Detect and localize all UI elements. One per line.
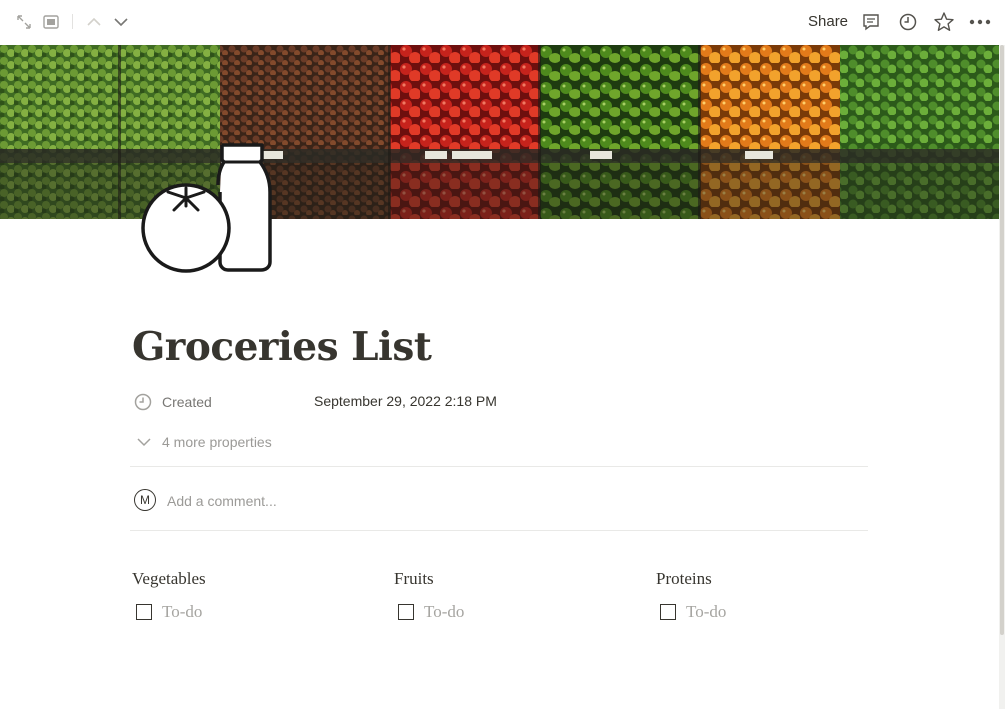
todo-checkbox[interactable] <box>398 604 414 620</box>
top-bar: Share <box>0 0 1005 45</box>
column-heading[interactable]: Proteins <box>656 566 896 592</box>
divider <box>130 530 868 531</box>
clock-icon <box>133 392 153 412</box>
todo-checkbox[interactable] <box>660 604 676 620</box>
column-heading[interactable]: Fruits <box>394 566 634 592</box>
scrollbar-thumb[interactable] <box>1000 45 1004 635</box>
todo-checkbox[interactable] <box>136 604 152 620</box>
more-properties-label: 4 more properties <box>162 434 272 450</box>
column-fruits: Fruits To-do <box>394 566 634 625</box>
column-vegetables: Vegetables To-do <box>132 566 372 625</box>
property-name: Created <box>162 394 212 410</box>
todo-item[interactable]: To-do <box>656 601 896 625</box>
todo-placeholder[interactable]: To-do <box>162 601 202 623</box>
more-icon[interactable] <box>969 11 991 33</box>
chevron-down-icon[interactable] <box>110 11 132 33</box>
todo-item[interactable]: To-do <box>394 601 634 625</box>
page-title[interactable]: Groceries List <box>132 322 432 372</box>
property-created[interactable]: Created September 29, 2022 2:18 PM <box>133 390 868 414</box>
todo-placeholder[interactable]: To-do <box>424 601 464 623</box>
comment-row: M <box>133 488 868 514</box>
star-icon[interactable] <box>933 11 955 33</box>
tomato-and-bottle-icon[interactable] <box>138 140 278 280</box>
comment-input[interactable] <box>167 490 767 512</box>
more-properties-toggle[interactable]: 4 more properties <box>133 431 333 453</box>
avatar: M <box>134 489 156 511</box>
property-value[interactable]: September 29, 2022 2:18 PM <box>314 393 497 409</box>
scrollbar[interactable] <box>999 45 1005 709</box>
clock-icon[interactable] <box>897 11 919 33</box>
divider <box>130 466 868 467</box>
peek-mode-icon[interactable] <box>40 11 62 33</box>
todo-item[interactable]: To-do <box>132 601 372 625</box>
column-proteins: Proteins To-do <box>656 566 896 625</box>
chevron-up-icon[interactable] <box>83 11 105 33</box>
expand-icon[interactable] <box>13 11 35 33</box>
todo-placeholder[interactable]: To-do <box>686 601 726 623</box>
comments-icon[interactable] <box>860 11 882 33</box>
share-button[interactable]: Share <box>808 12 848 32</box>
chevron-down-icon <box>136 434 152 450</box>
toolbar-separator <box>72 14 73 29</box>
column-heading[interactable]: Vegetables <box>132 566 372 592</box>
